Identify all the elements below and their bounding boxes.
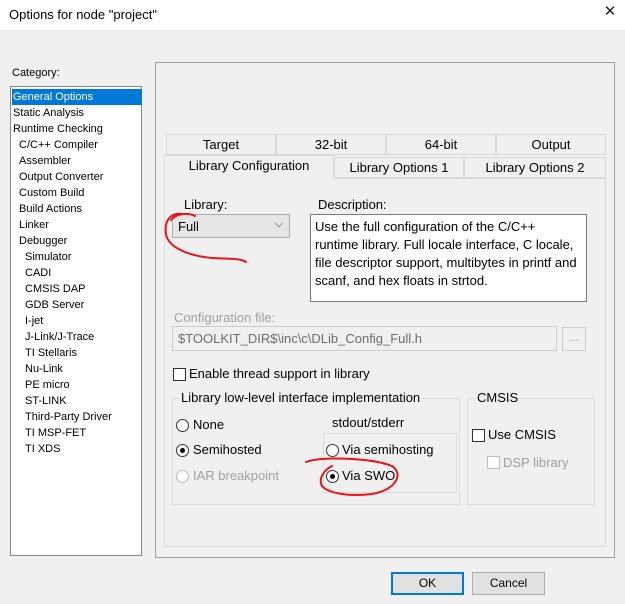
category-item-cmsis-dap[interactable]: CMSIS DAP <box>25 281 86 297</box>
category-item-i-jet[interactable]: I-jet <box>25 313 43 329</box>
tab-output[interactable]: Output <box>496 134 606 155</box>
window-title: Options for node "project" <box>9 7 157 22</box>
category-item-cadi[interactable]: CADI <box>25 265 51 281</box>
category-item-ti-stellaris[interactable]: TI Stellaris <box>25 345 77 361</box>
radio-via-semihosting[interactable] <box>326 444 339 457</box>
radio-semihosted-label: Semihosted <box>193 442 262 457</box>
category-item-debugger[interactable]: Debugger <box>19 233 67 249</box>
category-label: Category: <box>12 67 60 79</box>
radio-via-swo[interactable] <box>326 470 339 483</box>
title-bar: Options for node "project" ✕ <box>0 0 625 30</box>
category-item-nu-link[interactable]: Nu-Link <box>25 361 63 377</box>
library-select-value: Full <box>178 219 199 234</box>
close-icon: ✕ <box>603 3 617 20</box>
radio-none[interactable] <box>176 419 189 432</box>
category-item-static-analysis[interactable]: Static Analysis <box>13 105 84 121</box>
library-label: Library: <box>184 197 228 212</box>
tab-target[interactable]: Target <box>166 134 276 155</box>
config-file-label: Configuration file: <box>174 310 276 325</box>
ok-button[interactable]: OK <box>391 572 464 595</box>
cmsis-group-title: CMSIS <box>475 390 521 405</box>
tab-64-bit[interactable]: 64-bit <box>386 134 496 155</box>
tab-library-options-2[interactable]: Library Options 2 <box>464 157 606 178</box>
category-item-third-party-driver[interactable]: Third-Party Driver <box>25 409 112 425</box>
browse-button[interactable]: ... <box>562 327 586 351</box>
dsp-library-checkbox[interactable] <box>487 456 500 469</box>
radio-via-semihosting-label: Via semihosting <box>342 442 434 457</box>
category-item-general-options[interactable]: General Options <box>12 89 142 105</box>
config-file-input[interactable]: $TOOLKIT_DIR$\inc\c\DLib_Config_Full.h <box>172 326 557 351</box>
radio-via-swo-label: Via SWO <box>342 468 396 483</box>
category-item-cpp-compiler[interactable]: C/C++ Compiler <box>19 137 98 153</box>
cancel-button[interactable]: Cancel <box>472 572 545 595</box>
category-item-assembler[interactable]: Assembler <box>19 153 71 169</box>
category-item-ti-xds[interactable]: TI XDS <box>25 441 60 457</box>
category-item-pe-micro[interactable]: PE micro <box>25 377 70 393</box>
cmsis-group <box>467 398 595 505</box>
chevron-down-icon: ⌵ <box>274 218 283 230</box>
lowlevel-group-title: Library low-level interface implementati… <box>179 390 423 405</box>
category-item-runtime-checking[interactable]: Runtime Checking <box>13 121 103 137</box>
use-cmsis-label: Use CMSIS <box>488 427 556 442</box>
category-list[interactable]: General Options Static Analysis Runtime … <box>10 86 142 556</box>
tab-library-options-1[interactable]: Library Options 1 <box>334 157 464 178</box>
thread-support-checkbox[interactable] <box>173 368 186 381</box>
use-cmsis-checkbox[interactable] <box>472 429 485 442</box>
category-item-build-actions[interactable]: Build Actions <box>19 201 82 217</box>
dsp-library-label: DSP library <box>503 455 569 470</box>
thread-support-label: Enable thread support in library <box>189 366 370 381</box>
tab-32-bit[interactable]: 32-bit <box>276 134 386 155</box>
category-item-jlink-jtrace[interactable]: J-Link/J-Trace <box>25 329 94 345</box>
description-label: Description: <box>318 197 387 212</box>
category-item-custom-build[interactable]: Custom Build <box>19 185 84 201</box>
radio-iar-breakpoint-label: IAR breakpoint <box>193 468 279 483</box>
close-button[interactable]: ✕ <box>595 0 625 26</box>
category-item-output-converter[interactable]: Output Converter <box>19 169 103 185</box>
category-item-linker[interactable]: Linker <box>19 217 49 233</box>
category-item-simulator[interactable]: Simulator <box>25 249 71 265</box>
category-item-gdb-server[interactable]: GDB Server <box>25 297 84 313</box>
tab-library-configuration[interactable]: Library Configuration <box>164 155 334 179</box>
description-text: Use the full configuration of the C/C++ … <box>310 214 587 302</box>
category-item-st-link[interactable]: ST-LINK <box>25 393 67 409</box>
radio-iar-breakpoint[interactable] <box>176 470 189 483</box>
radio-semihosted[interactable] <box>176 444 189 457</box>
library-select[interactable]: Full ⌵ <box>172 214 290 238</box>
radio-none-label: None <box>193 417 225 432</box>
category-item-ti-msp-fet[interactable]: TI MSP-FET <box>25 425 86 441</box>
stdout-group-title: stdout/stderr <box>330 415 407 430</box>
